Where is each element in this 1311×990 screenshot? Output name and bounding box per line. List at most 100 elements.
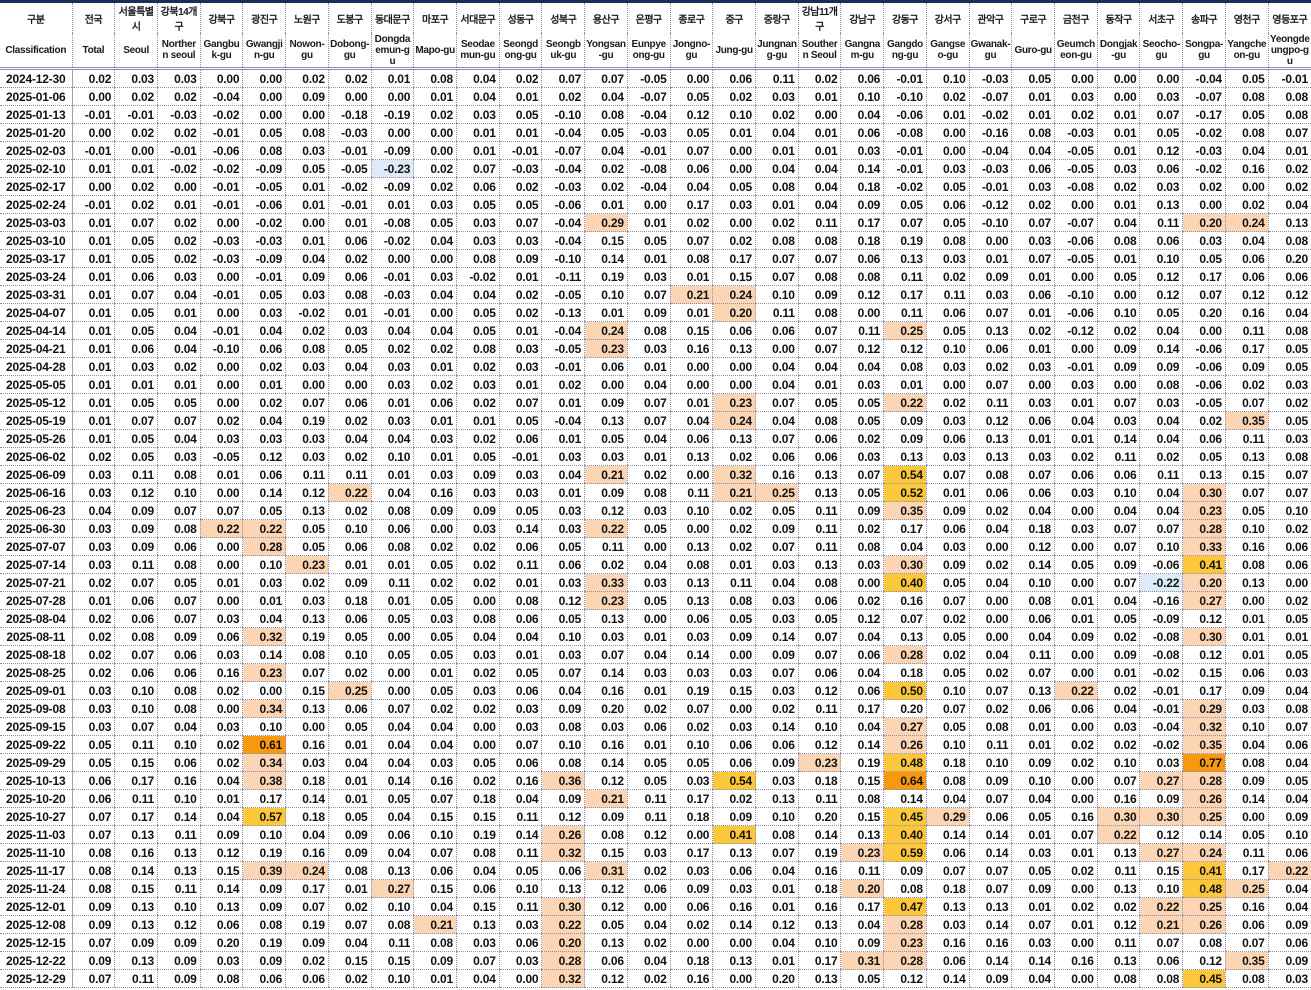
- cell-seodaemun-gu: 0.03: [455, 213, 500, 232]
- cell-yangcheon-gu: 0.13: [1224, 573, 1269, 592]
- cell-jongno-gu: 0.05: [669, 753, 713, 772]
- row-date: 2025-03-31: [0, 285, 73, 304]
- cell-seongbuk-gu: -0.06: [541, 195, 585, 214]
- cell-seongdong-gu: 0.05: [498, 105, 542, 124]
- cell-eunpyeong-gu: 0.03: [626, 663, 671, 682]
- cell-gangnam-gu: 0.08: [840, 537, 884, 556]
- cell-gwangjin-gu: -0.06: [242, 195, 286, 214]
- cell-gangnam-gu: 0.13: [840, 825, 884, 844]
- cell-dongdaemun-gu: 0.01: [370, 393, 414, 412]
- cell-seongbuk-gu: 0.32: [541, 969, 585, 988]
- cell-gangdong-gu: 0.48: [883, 753, 927, 772]
- header-en-geumcheon-gu: Geumcheon-gu: [1054, 33, 1098, 70]
- cell-seocho-gu: -0.09: [1139, 609, 1183, 628]
- header-en-seoul: Seoul: [114, 33, 158, 70]
- cell-yongsan-gu: 0.14: [584, 249, 628, 268]
- cell-seoul: 0.10: [114, 699, 158, 718]
- cell-total: 0.03: [71, 681, 115, 700]
- cell-mapo-gu: 0.15: [413, 879, 457, 898]
- cell-songpa-gu: 0.12: [1182, 645, 1226, 664]
- cell-southern-seoul: 0.13: [797, 465, 841, 484]
- cell-seongdong-gu: 0.03: [498, 915, 542, 934]
- cell-jongno-gu: 0.06: [669, 159, 713, 178]
- header-ko-eunpyeong-gu: 은평구: [626, 1, 671, 33]
- header-en-gangdong-gu: Gangdong-gu: [883, 33, 927, 70]
- cell-yangcheon-gu: 0.07: [1224, 483, 1269, 502]
- cell-dobong-gu: -0.05: [327, 159, 372, 178]
- cell-total: 0.07: [71, 969, 115, 988]
- cell-seongbuk-gu: -0.13: [541, 303, 585, 322]
- cell-seongdong-gu: 0.14: [498, 825, 542, 844]
- cell-dongdaemun-gu: 0.05: [370, 609, 414, 628]
- cell-dobong-gu: 0.08: [327, 285, 372, 304]
- cell-northern-seoul: 0.01: [156, 195, 201, 214]
- cell-geumcheon-gu: -0.01: [1054, 357, 1098, 376]
- cell-yongsan-gu: 0.03: [584, 447, 628, 466]
- cell-seoul: 0.13: [114, 825, 158, 844]
- cell-jungnang-gu: 0.01: [755, 897, 799, 916]
- cell-gwanak-gu: 0.14: [968, 843, 1012, 862]
- cell-gangnam-gu: 0.05: [840, 969, 884, 988]
- cell-yeongdeungpo-gu: 0.04: [1267, 897, 1311, 916]
- cell-geumcheon-gu: 0.07: [1054, 825, 1098, 844]
- cell-eunpyeong-gu: 0.04: [626, 555, 671, 574]
- cell-yangcheon-gu: 0.17: [1224, 861, 1269, 880]
- cell-gangnam-gu: 0.20: [840, 879, 884, 898]
- cell-total: 0.01: [71, 393, 115, 412]
- cell-songpa-gu: 0.03: [1182, 231, 1226, 250]
- cell-gwanak-gu: 0.06: [968, 483, 1012, 502]
- cell-seoul: 0.17: [114, 807, 158, 826]
- cell-total: 0.02: [71, 573, 115, 592]
- cell-seongbuk-gu: 0.08: [541, 753, 585, 772]
- row-date: 2025-03-03: [0, 213, 73, 232]
- cell-dobong-gu: 0.04: [327, 753, 372, 772]
- cell-seocho-gu: 0.03: [1139, 753, 1183, 772]
- cell-jongno-gu: 0.00: [669, 465, 713, 484]
- cell-eunpyeong-gu: 0.06: [626, 879, 671, 898]
- cell-jung-gu: 0.00: [712, 375, 756, 394]
- cell-nowon-gu: 0.13: [285, 699, 329, 718]
- cell-songpa-gu: -0.17: [1182, 105, 1226, 124]
- cell-gwanak-gu: 0.14: [968, 915, 1012, 934]
- cell-dongdaemun-gu: 0.04: [370, 807, 414, 826]
- cell-yongsan-gu: 0.06: [584, 951, 628, 970]
- cell-dobong-gu: 0.06: [327, 267, 372, 286]
- cell-gangbuk-gu: 0.04: [199, 807, 243, 826]
- cell-songpa-gu: 0.35: [1182, 735, 1226, 754]
- cell-gangdong-gu: 0.07: [883, 213, 927, 232]
- cell-jungnang-gu: 0.10: [755, 807, 799, 826]
- cell-jung-gu: 0.06: [712, 735, 756, 754]
- cell-seodaemun-gu: 0.03: [455, 105, 500, 124]
- header-ko-seoul: 서울특별시: [114, 1, 158, 33]
- cell-dongdaemun-gu: 0.04: [370, 717, 414, 736]
- cell-jongno-gu: 0.18: [669, 807, 713, 826]
- cell-yangcheon-gu: 0.04: [1224, 231, 1269, 250]
- cell-seocho-gu: 0.04: [1139, 483, 1183, 502]
- cell-gwangjin-gu: 0.04: [242, 411, 286, 430]
- cell-gwangjin-gu: 0.10: [242, 717, 286, 736]
- cell-seodaemun-gu: 0.03: [455, 375, 500, 394]
- cell-gangdong-gu: 0.27: [883, 717, 927, 736]
- cell-dongdaemun-gu: 0.00: [370, 123, 414, 142]
- cell-gangseo-gu: 0.00: [925, 123, 970, 142]
- cell-seoul: 0.06: [114, 591, 158, 610]
- cell-northern-seoul: 0.11: [156, 879, 201, 898]
- cell-northern-seoul: -0.03: [156, 105, 201, 124]
- cell-gwanak-gu: 0.00: [968, 537, 1012, 556]
- cell-seongdong-gu: 0.07: [498, 393, 542, 412]
- cell-yeongdeungpo-gu: 0.10: [1267, 825, 1311, 844]
- header-ko-northern-seoul: 강북14개구: [156, 1, 201, 33]
- cell-seongbuk-gu: 0.03: [541, 519, 585, 538]
- cell-seodaemun-gu: 0.02: [455, 555, 500, 574]
- cell-yangcheon-gu: 0.00: [1224, 591, 1269, 610]
- cell-yeongdeungpo-gu: 0.00: [1267, 573, 1311, 592]
- table-row: 2025-11-24 0.08 0.15 0.11 0.14 0.09 0.17 0.01 0.…: [0, 879, 1311, 898]
- cell-yangcheon-gu: 0.02: [1224, 195, 1269, 214]
- cell-mapo-gu: 0.08: [413, 68, 457, 88]
- cell-gangdong-gu: 0.40: [883, 825, 927, 844]
- cell-yangcheon-gu: 0.25: [1224, 879, 1269, 898]
- cell-seocho-gu: 0.14: [1139, 339, 1183, 358]
- cell-seocho-gu: 0.13: [1139, 195, 1183, 214]
- cell-mapo-gu: 0.00: [413, 249, 457, 268]
- cell-seocho-gu: 0.10: [1139, 249, 1183, 268]
